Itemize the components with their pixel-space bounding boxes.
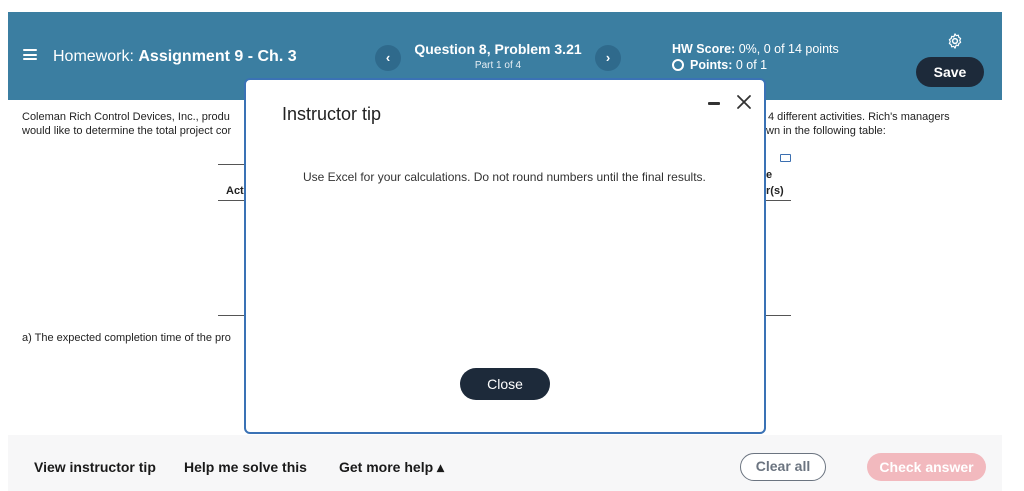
gear-icon[interactable] <box>946 32 964 50</box>
table-header-rule-left <box>218 200 246 201</box>
close-icon[interactable] <box>734 92 754 112</box>
footer-bar: View instructor tip Help me solve this G… <box>8 435 1002 491</box>
question-part-a: a) The expected completion time of the p… <box>22 332 231 344</box>
homework-prefix: Homework: <box>53 48 134 65</box>
view-instructor-tip-link[interactable]: View instructor tip <box>34 459 156 475</box>
incomplete-circle-icon <box>672 59 684 71</box>
table-header-activity: Act <box>226 185 244 197</box>
clear-all-button[interactable]: Clear all <box>740 453 826 481</box>
assignment-name: Assignment 9 - Ch. 3 <box>138 48 297 65</box>
close-button[interactable]: Close <box>460 368 550 400</box>
question-part: Part 1 of 4 <box>474 60 522 71</box>
problem-intro-line1-right: 4 different activities. Rich's managers <box>768 111 950 123</box>
table-bottom-rule-left <box>218 315 246 316</box>
right-gutter <box>1002 12 1024 491</box>
table-top-rule-left <box>218 164 246 165</box>
hamburger-menu-icon[interactable] <box>23 49 37 60</box>
check-answer-button[interactable]: Check answer <box>867 453 986 481</box>
next-question-button[interactable]: › <box>595 45 621 71</box>
table-header-right-top: e <box>766 169 773 181</box>
homework-page: Homework: Assignment 9 - Ch. 3 ‹ Questio… <box>0 0 1024 491</box>
table-header-right-bottom: r(s) <box>766 185 784 197</box>
hw-score-label: HW Score: <box>672 42 736 56</box>
tip-text: Use Excel for your calculations. Do not … <box>303 170 706 184</box>
homework-title: Homework: Assignment 9 - Ch. 3 <box>53 48 297 66</box>
points-label: Points: <box>690 58 733 72</box>
points-value: 0 of 1 <box>735 58 768 72</box>
help-me-solve-link[interactable]: Help me solve this <box>184 459 307 475</box>
minimize-icon[interactable] <box>708 102 720 105</box>
expand-table-icon[interactable] <box>780 154 791 162</box>
hw-score: HW Score: 0%, 0 of 14 points <box>672 42 839 56</box>
question-title: Question 8, Problem 3.21 <box>414 41 582 57</box>
points-status: Points: 0 of 1 <box>672 58 767 72</box>
instructor-tip-dialog: Instructor tip Use Excel for your calcul… <box>244 78 766 434</box>
problem-intro-line1-left: Coleman Rich Control Devices, Inc., prod… <box>22 111 230 123</box>
get-more-help-menu[interactable]: Get more help ▴ <box>339 459 444 476</box>
chevron-left-icon: ‹ <box>385 50 391 65</box>
problem-intro-line2-right: wn in the following table: <box>766 125 886 137</box>
chevron-right-icon: › <box>605 50 611 65</box>
dialog-title: Instructor tip <box>282 104 382 124</box>
table-header-rule-right <box>766 200 791 201</box>
hw-score-value: 0%, 0 of 14 points <box>738 42 839 56</box>
table-bottom-rule-right <box>766 315 791 316</box>
problem-intro-line2-left: would like to determine the total projec… <box>22 125 232 137</box>
previous-question-button[interactable]: ‹ <box>375 45 401 71</box>
save-button[interactable]: Save <box>916 57 984 87</box>
